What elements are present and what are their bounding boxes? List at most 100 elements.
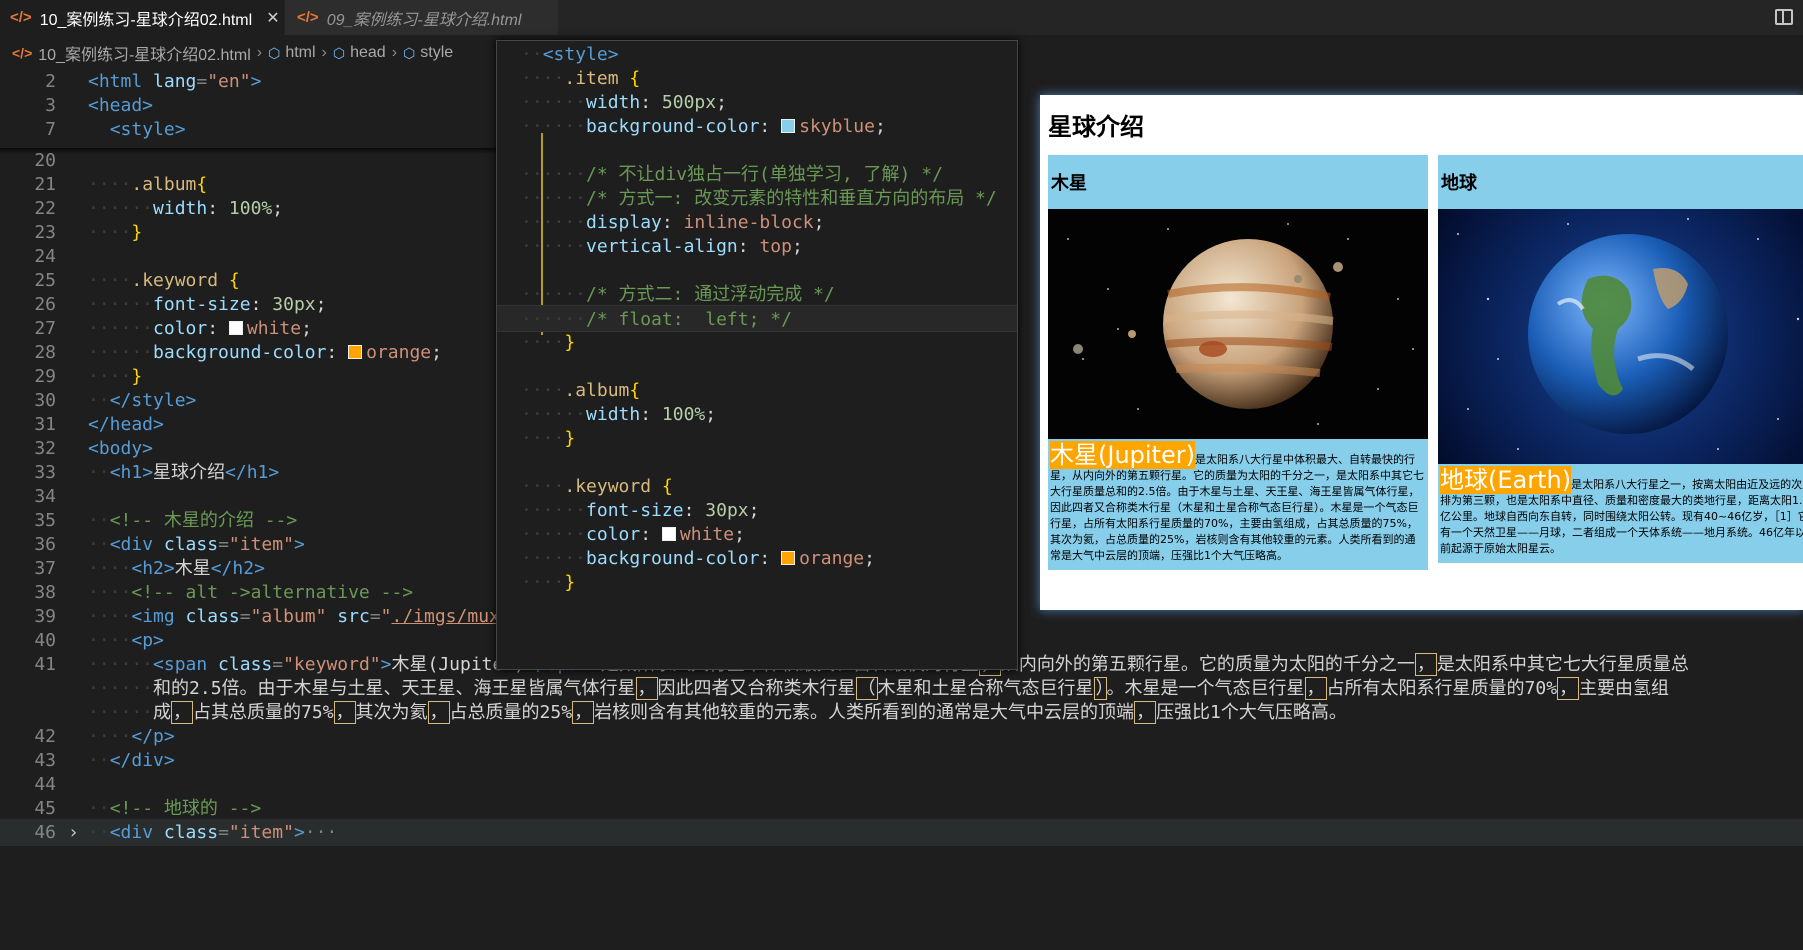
code-token: = bbox=[218, 534, 229, 555]
breadcrumb-item-head[interactable]: head bbox=[350, 44, 386, 62]
code-token: <head> bbox=[88, 95, 154, 116]
code-content: ····.keyword { bbox=[521, 473, 673, 500]
code-token: orange bbox=[799, 548, 865, 569]
browser-preview: 星球介绍 木星 木星(Jupiter)是太阳系八大行星中体积最大、自转最快的行星… bbox=[1040, 95, 1803, 610]
code-token: background-color bbox=[586, 116, 760, 137]
split-editor-icon[interactable] bbox=[1775, 9, 1793, 25]
code-token: 压强比1个大气压略高。 bbox=[1156, 702, 1347, 723]
code-content: ······vertical-align: top; bbox=[521, 233, 803, 260]
code-token: </h2> bbox=[210, 558, 265, 579]
code-token: ， bbox=[1134, 701, 1157, 724]
line-number: 34 bbox=[34, 486, 56, 507]
code-line: ······width: 500px; bbox=[497, 89, 1017, 116]
code-token: orange bbox=[366, 342, 432, 363]
code-line: 45 ··<!-- 地球的 --> bbox=[0, 795, 1803, 822]
breadcrumb-file[interactable]: 10_案例练习-星球介绍02.html bbox=[38, 41, 251, 65]
code-token: ······ bbox=[521, 116, 587, 137]
code-token: ···· bbox=[88, 630, 132, 651]
code-token: class bbox=[153, 822, 219, 843]
code-token: ······ bbox=[88, 294, 154, 315]
tab-active-file[interactable]: </> 10_案例练习-星球介绍02.html ✕ bbox=[0, 0, 284, 35]
line-number: 37 bbox=[34, 558, 56, 579]
code-content: ··</div> bbox=[88, 747, 175, 774]
code-token: ···· bbox=[521, 332, 565, 353]
code-line: ····.album{ bbox=[497, 377, 1017, 404]
code-token: <html bbox=[88, 71, 143, 92]
code-token: .album bbox=[564, 380, 630, 401]
code-token: ; bbox=[874, 116, 886, 137]
line-number: 38 bbox=[34, 582, 56, 603]
code-content: ······background-color: skyblue; bbox=[521, 113, 886, 140]
code-token: ···· bbox=[521, 68, 565, 89]
code-token: class bbox=[153, 534, 219, 555]
color-swatch bbox=[228, 321, 243, 335]
line-number: 32 bbox=[34, 438, 56, 459]
code-token: ···· bbox=[88, 174, 132, 195]
planet-heading: 木星 bbox=[1051, 173, 1087, 194]
code-token: <span bbox=[153, 654, 208, 675]
code-token: <h1> bbox=[109, 462, 154, 483]
tab-label: 10_案例练习-星球介绍02.html bbox=[39, 11, 253, 29]
code-token: <style> bbox=[109, 119, 186, 140]
code-content: ····} bbox=[521, 425, 575, 452]
code-token: </h1> bbox=[225, 462, 280, 483]
breadcrumb-item-style[interactable]: style bbox=[420, 44, 453, 62]
code-token: ······ bbox=[521, 164, 587, 185]
code-token: ···· bbox=[88, 366, 132, 387]
code-line: ······width: 100%; bbox=[497, 401, 1017, 428]
code-token: /* 方式一: 改变元素的特性和垂直方向的布局 */ bbox=[586, 188, 997, 209]
code-token: ， bbox=[427, 701, 450, 724]
jupiter-illustration bbox=[1067, 223, 1414, 425]
code-line: ····} bbox=[497, 425, 1017, 452]
code-token: : bbox=[683, 500, 706, 521]
code-token: .keyword bbox=[131, 270, 219, 291]
code-token: ······ bbox=[88, 198, 154, 219]
code-line: ······/* 方式一: 改变元素的特性和垂直方向的布局 */ bbox=[497, 185, 1017, 212]
line-number: 3 bbox=[45, 95, 56, 116]
code-token: ·· bbox=[88, 462, 110, 483]
code-token: ·· bbox=[88, 750, 110, 771]
code-token: ···· bbox=[521, 380, 565, 401]
code-token: </head> bbox=[88, 414, 164, 435]
code-token: = bbox=[272, 654, 284, 675]
code-content: ····} bbox=[88, 363, 142, 390]
breadcrumb-item-html[interactable]: html bbox=[285, 44, 315, 62]
chevron-right-icon: › bbox=[321, 44, 327, 61]
code-line: ······成，占其总质量的75%，其次为氦，占总质量的25%，岩核则含有其他较… bbox=[0, 699, 1803, 726]
code-token: white bbox=[679, 524, 735, 545]
code-token: ······ bbox=[521, 236, 587, 257]
code-content: <head> bbox=[88, 92, 153, 119]
code-token: ···· bbox=[521, 476, 565, 497]
code-content: ··<h1>星球介绍</h1> bbox=[88, 459, 279, 486]
code-content: <style> bbox=[88, 116, 186, 143]
code-line: 44 bbox=[0, 771, 1803, 798]
code-content: ······width: 100%; bbox=[521, 401, 716, 428]
code-token: 其次为氦 bbox=[355, 702, 428, 723]
peek-popup[interactable]: ··<style> ····.item {······width: 500px; ·… bbox=[496, 40, 1018, 670]
code-token: : bbox=[661, 212, 684, 233]
code-token: ···· bbox=[521, 572, 565, 593]
code-token: : bbox=[737, 236, 760, 257]
code-token: ··· bbox=[304, 822, 338, 843]
code-token: class bbox=[207, 654, 273, 675]
code-token: { bbox=[629, 380, 641, 401]
code-token: ······ bbox=[521, 524, 587, 545]
color-swatch bbox=[348, 345, 363, 359]
fold-chevron-icon[interactable]: › bbox=[68, 819, 79, 846]
code-content: ····<h2>木星</h2> bbox=[88, 555, 265, 582]
code-token: ······ bbox=[521, 548, 587, 569]
code-token: /* 方式二: 通过浮动完成 */ bbox=[586, 284, 835, 305]
code-token: } bbox=[131, 366, 143, 387]
close-icon[interactable]: ✕ bbox=[266, 8, 279, 28]
code-token: 星球介绍 bbox=[153, 462, 226, 483]
line-number: 21 bbox=[34, 174, 56, 195]
code-token: ···· bbox=[88, 222, 132, 243]
code-token: ， bbox=[635, 677, 658, 700]
tab-inactive-file[interactable]: </> 09_案例练习-星球介绍.html bbox=[285, 0, 558, 35]
code-token: ·· bbox=[88, 390, 110, 411]
code-content: ······/* 方式一: 改变元素的特性和垂直方向的布局 */ bbox=[521, 185, 997, 212]
code-token: ） bbox=[1093, 677, 1107, 700]
